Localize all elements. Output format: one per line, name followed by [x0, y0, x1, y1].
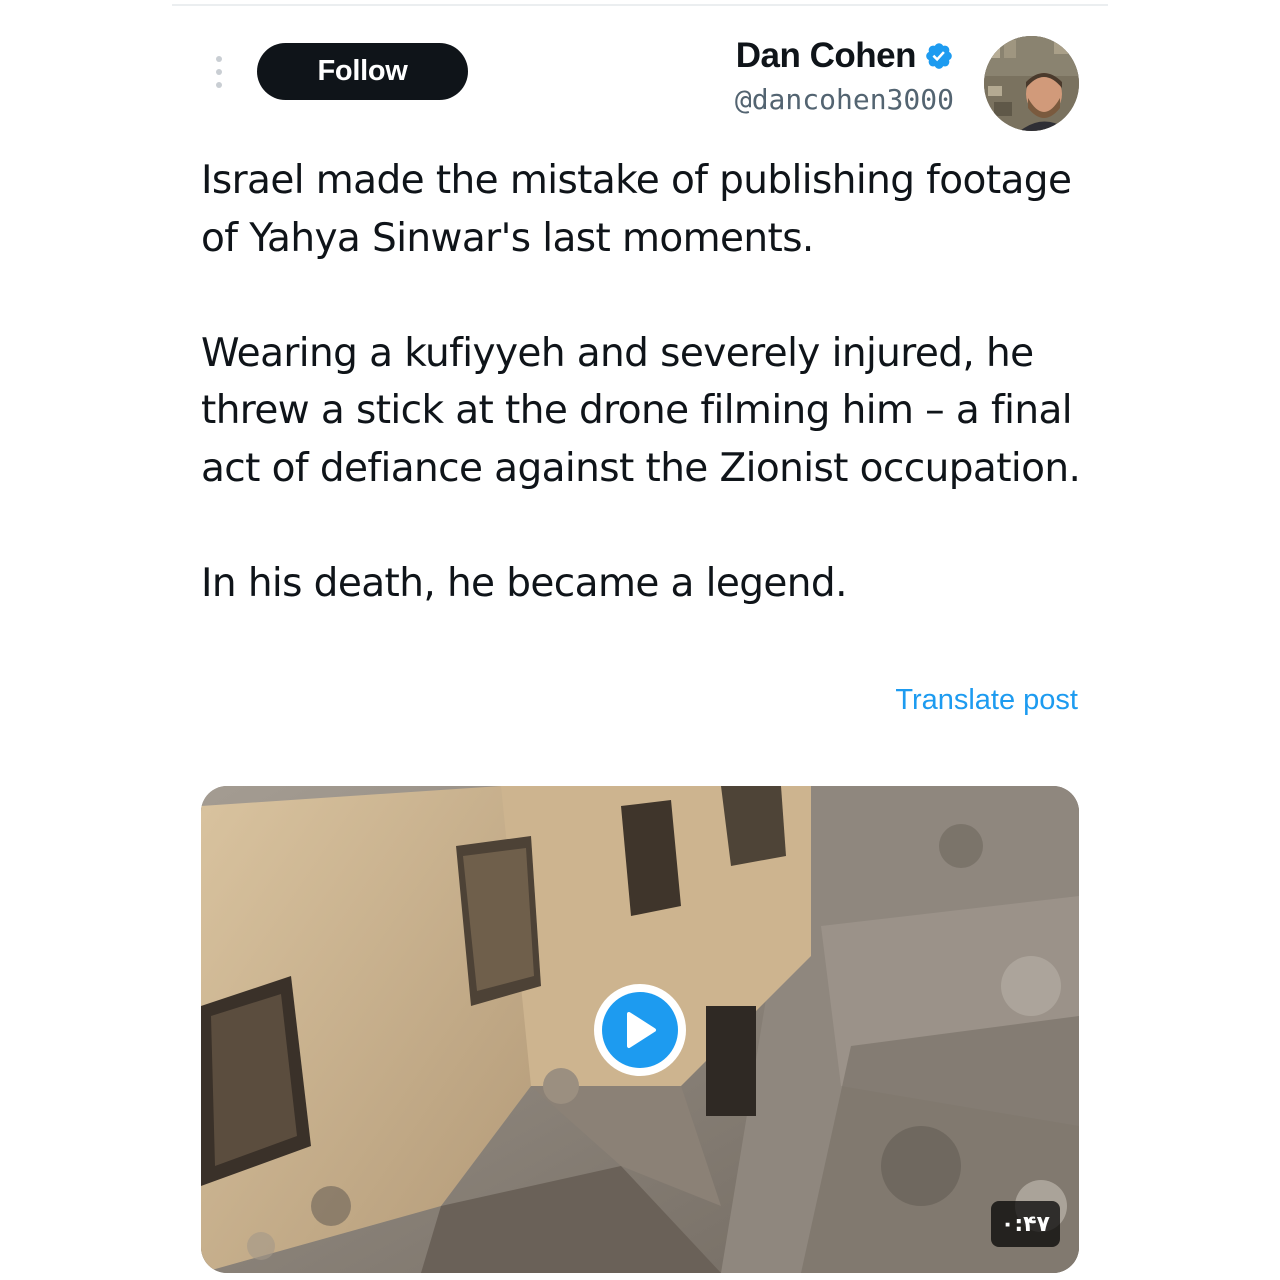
play-button[interactable]	[594, 984, 686, 1076]
verified-badge-icon	[926, 43, 952, 69]
author-info[interactable]: Dan Cohen @dancohen3000	[735, 34, 954, 120]
tweet-paragraph: Wearing a kufiyyeh and severely injured,…	[201, 330, 1081, 491]
author-display-name[interactable]: Dan Cohen	[736, 34, 917, 78]
translate-post-link[interactable]: Translate post	[895, 684, 1078, 717]
tweet-paragraph: Israel made the mistake of publishing fo…	[201, 158, 1072, 261]
play-icon	[627, 1012, 656, 1048]
author-handle[interactable]: @dancohen3000	[735, 80, 954, 120]
top-divider	[172, 4, 1108, 6]
author-avatar[interactable]	[984, 36, 1079, 131]
video-duration-badge: ۰:۴۷	[990, 1201, 1060, 1247]
follow-button[interactable]: Follow	[257, 43, 468, 100]
tweet-body: Israel made the mistake of publishing fo…	[201, 152, 1101, 612]
video-player[interactable]: ۰:۴۷	[201, 786, 1079, 1273]
tweet-paragraph: In his death, he became a legend.	[201, 560, 847, 606]
more-options-icon[interactable]	[208, 54, 230, 90]
